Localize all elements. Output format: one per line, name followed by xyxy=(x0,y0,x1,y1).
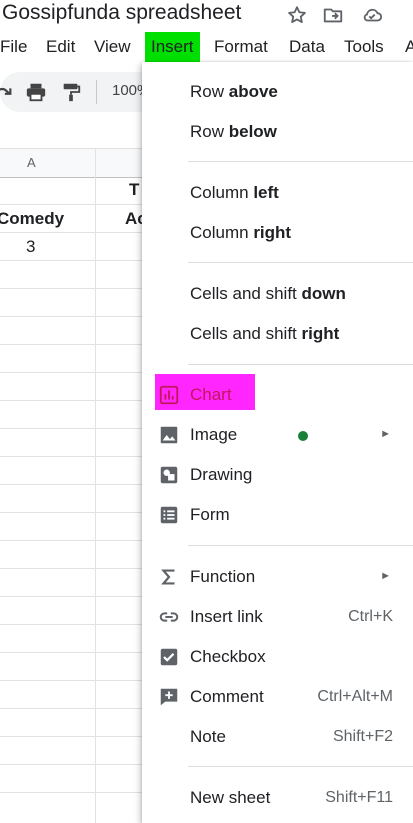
redo-icon[interactable] xyxy=(0,81,14,103)
menu-item-label-prefix: Cells and shift xyxy=(190,284,302,303)
menu-item-insert-link[interactable]: Insert link Ctrl+K xyxy=(142,599,413,635)
chart-icon xyxy=(158,384,180,406)
menu-item-label-emphasis: left xyxy=(253,183,279,202)
menu-item-new-sheet[interactable]: New sheet Shift+F11 xyxy=(142,780,413,816)
comment-icon xyxy=(158,686,180,708)
cell-header-partial[interactable]: T xyxy=(129,180,139,200)
menu-edit[interactable]: Edit xyxy=(46,36,75,58)
shortcut-text: Shift+F11 xyxy=(325,789,393,806)
menu-item-checkbox[interactable]: Checkbox xyxy=(142,639,413,675)
title-bar: Gossipfunda spreadsheet xyxy=(0,0,413,30)
column-divider xyxy=(95,148,96,823)
menu-item-label-prefix: Row xyxy=(190,122,229,141)
menu-item-column-left[interactable]: Column left xyxy=(142,175,413,211)
print-icon[interactable] xyxy=(25,81,47,103)
menu-item-label: Checkbox xyxy=(190,647,266,666)
menu-item-row-above[interactable]: Row above xyxy=(142,74,413,110)
menu-item-label-prefix: Row xyxy=(190,82,229,101)
column-header-label: A xyxy=(27,155,36,170)
menu-item-label: Drawing xyxy=(190,465,253,484)
menu-item-column-right[interactable]: Column right xyxy=(142,215,413,251)
menu-addons[interactable]: A xyxy=(405,36,413,58)
document-title[interactable]: Gossipfunda spreadsheet xyxy=(2,1,241,25)
shortcut-text: Ctrl+K xyxy=(348,608,393,625)
checkbox-icon xyxy=(158,646,180,668)
menu-tools[interactable]: Tools xyxy=(344,36,384,58)
menu-item-label-prefix: Column xyxy=(190,183,254,202)
image-icon xyxy=(158,424,180,446)
menu-item-label: Note xyxy=(190,727,226,746)
menu-item-label: Chart xyxy=(190,385,232,404)
menu-item-label: Comment xyxy=(190,687,264,706)
menu-item-cells-shift-down[interactable]: Cells and shift down xyxy=(142,276,413,312)
menu-item-cells-shift-right[interactable]: Cells and shift right xyxy=(142,316,413,352)
star-icon[interactable] xyxy=(286,4,308,26)
menu-item-label-prefix: Column xyxy=(190,223,254,242)
menu-separator xyxy=(188,161,413,162)
menu-bar: File Edit View Insert Format Data Tools … xyxy=(0,32,413,62)
submenu-arrow-icon: ► xyxy=(380,428,391,440)
menu-item-row-below[interactable]: Row below xyxy=(142,114,413,150)
move-to-folder-icon[interactable] xyxy=(322,4,344,26)
menu-separator xyxy=(188,545,413,546)
cloud-status-icon[interactable] xyxy=(361,4,383,26)
column-header-a[interactable]: A xyxy=(0,148,95,178)
toolbar-divider xyxy=(96,80,97,104)
cell-a2[interactable]: Comedy xyxy=(0,209,64,229)
menu-item-label: Cells and shift right xyxy=(190,324,339,344)
menu-data[interactable]: Data xyxy=(289,36,325,58)
paint-format-icon[interactable] xyxy=(60,81,82,103)
menu-item-label-emphasis: down xyxy=(301,284,346,303)
menu-item-label: Cells and shift down xyxy=(190,284,346,304)
menu-item-drawing[interactable]: Drawing xyxy=(142,457,413,493)
menu-item-label-emphasis: right xyxy=(253,223,292,242)
menu-item-function[interactable]: Function ► xyxy=(142,559,413,595)
shortcut-text: Shift+F2 xyxy=(332,728,393,745)
link-icon xyxy=(158,606,180,628)
menu-item-label: Function xyxy=(190,567,256,586)
menu-item-label: New sheet xyxy=(190,788,271,807)
menu-item-form[interactable]: Form xyxy=(142,497,413,533)
insert-menu: Row above Row below Column left Column r… xyxy=(142,62,413,823)
menu-separator xyxy=(188,766,413,767)
menu-item-note[interactable]: Note Shift+F2 xyxy=(142,719,413,755)
menu-view[interactable]: View xyxy=(94,36,131,58)
menu-item-label-prefix: Cells and shift xyxy=(190,324,302,343)
menu-item-label: Column left xyxy=(190,183,279,203)
sigma-icon xyxy=(158,566,180,588)
menu-separator xyxy=(188,364,413,365)
new-feature-dot xyxy=(298,431,308,441)
menu-item-label: Form xyxy=(190,505,230,524)
menu-item-chart[interactable]: Chart xyxy=(142,374,413,413)
menu-item-label-emphasis: right xyxy=(301,324,340,343)
menu-item-label: Insert link xyxy=(190,607,263,626)
menu-item-comment[interactable]: Comment Ctrl+Alt+M xyxy=(142,679,413,715)
menu-item-label: Row below xyxy=(190,122,277,142)
menu-item-label: Row above xyxy=(190,82,278,102)
menu-separator xyxy=(188,262,413,263)
menu-insert[interactable]: Insert xyxy=(145,32,200,62)
menu-item-image[interactable]: Image ► xyxy=(142,417,413,453)
menu-item-label: Image xyxy=(190,425,238,444)
submenu-arrow-icon: ► xyxy=(380,570,391,582)
menu-file[interactable]: File xyxy=(0,36,27,58)
drawing-icon xyxy=(158,464,180,486)
form-icon xyxy=(158,504,180,526)
menu-item-label-emphasis: below xyxy=(228,122,277,141)
menu-format[interactable]: Format xyxy=(214,36,268,58)
shortcut-text: Ctrl+Alt+M xyxy=(317,688,393,705)
menu-item-label: Column right xyxy=(190,223,291,243)
cell-a3[interactable]: 3 xyxy=(26,237,35,257)
menu-item-label-emphasis: above xyxy=(228,82,278,101)
